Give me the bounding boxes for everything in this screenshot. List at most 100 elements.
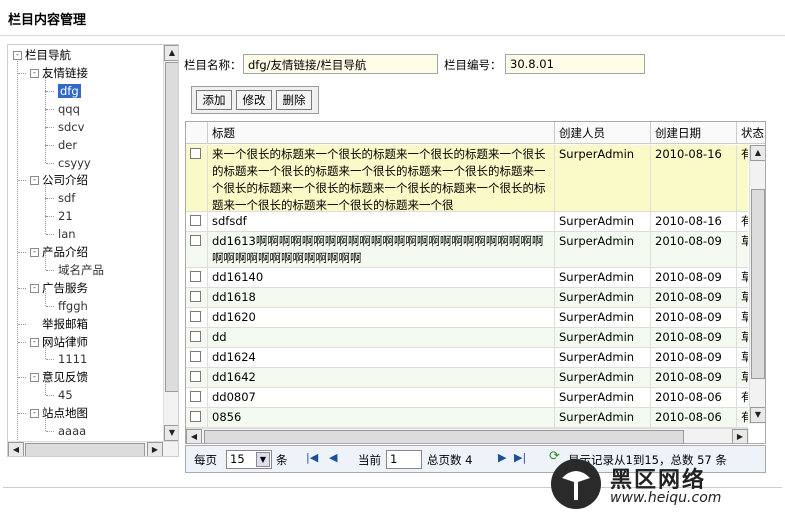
- tree-leaf[interactable]: 1111: [58, 351, 87, 367]
- row-checkbox[interactable]: [186, 232, 208, 267]
- collapse-icon[interactable]: -: [30, 283, 39, 293]
- row-checkbox[interactable]: [186, 388, 208, 407]
- row-checkbox[interactable]: [186, 368, 208, 387]
- header-user[interactable]: 创建人员: [555, 122, 651, 144]
- grid-hscrollbar[interactable]: ◀ ▶: [186, 428, 749, 443]
- row-checkbox[interactable]: [186, 288, 208, 307]
- header-status[interactable]: 状态: [737, 122, 765, 144]
- last-page-icon[interactable]: ▶|: [514, 451, 526, 464]
- tree-hscrollbar[interactable]: ◀ ▶: [8, 441, 178, 456]
- tree-node[interactable]: - 意见反馈: [30, 369, 88, 385]
- tree-leaf[interactable]: dfg: [58, 83, 81, 99]
- table-row[interactable]: sdfsdfSurperAdmin2010-08-16有: [186, 212, 748, 232]
- checkbox[interactable]: [190, 411, 201, 422]
- grid-scroll-left-icon[interactable]: ◀: [186, 429, 202, 443]
- scroll-thumb-h[interactable]: [25, 443, 145, 456]
- tree-vscrollbar[interactable]: ▲ ▼: [163, 45, 178, 441]
- tree-leaf[interactable]: lan: [58, 226, 76, 242]
- tree-leaf[interactable]: qqq: [58, 101, 80, 117]
- checkbox[interactable]: [190, 148, 201, 159]
- grid-scroll-up-icon[interactable]: ▲: [750, 145, 765, 161]
- collapse-icon[interactable]: -: [30, 373, 39, 383]
- tree-leaf[interactable]: sdcv: [58, 119, 84, 135]
- edit-button[interactable]: 修改: [236, 90, 272, 110]
- name-field[interactable]: dfg/友情链接/栏目导航: [243, 54, 438, 74]
- tree-node[interactable]: - 友情链接: [30, 65, 88, 81]
- row-checkbox[interactable]: [186, 145, 208, 211]
- checkbox[interactable]: [190, 351, 201, 362]
- table-row[interactable]: dd1613啊啊啊啊啊啊啊啊啊啊啊啊啊啊啊啊啊啊啊啊啊啊啊啊啊啊啊啊啊啊啊啊啊啊…: [186, 232, 748, 268]
- grid-scroll-down-icon[interactable]: ▼: [750, 407, 765, 423]
- tree-leaf[interactable]: aaaa: [58, 423, 86, 439]
- checkbox[interactable]: [190, 271, 201, 282]
- scroll-right-icon[interactable]: ▶: [147, 442, 163, 456]
- tree-node[interactable]: 举报邮箱: [30, 316, 88, 332]
- tree-leaf[interactable]: 21: [58, 208, 73, 224]
- row-checkbox[interactable]: [186, 348, 208, 367]
- collapse-icon[interactable]: -: [30, 337, 39, 347]
- row-checkbox[interactable]: [186, 212, 208, 231]
- table-row[interactable]: dd1620SurperAdmin2010-08-09草: [186, 308, 748, 328]
- watermark: 黑区网络 www.heiqu.com: [548, 456, 785, 512]
- grid-scroll-right-icon[interactable]: ▶: [732, 429, 748, 443]
- table-row[interactable]: dd16140SurperAdmin2010-08-09草: [186, 268, 748, 288]
- collapse-icon[interactable]: -: [30, 176, 39, 186]
- grid-scroll-thumb-h[interactable]: [204, 430, 684, 443]
- tree-node[interactable]: - 公司介绍: [30, 172, 88, 188]
- scroll-up-icon[interactable]: ▲: [164, 45, 178, 61]
- table-row[interactable]: dd0807SurperAdmin2010-08-06有: [186, 388, 748, 408]
- row-checkbox[interactable]: [186, 308, 208, 327]
- tree-leaf[interactable]: ffggh: [58, 298, 88, 314]
- row-checkbox[interactable]: [186, 328, 208, 347]
- checkbox[interactable]: [190, 235, 201, 246]
- table-row[interactable]: 0856SurperAdmin2010-08-06有: [186, 408, 748, 428]
- scroll-down-icon[interactable]: ▼: [164, 425, 178, 441]
- category-tree[interactable]: - 栏目导航 - 友情链接 dfg qqq sdcv der csyyy - 公司介绍 sdf 21 la…: [7, 44, 179, 457]
- checkbox[interactable]: [190, 291, 201, 302]
- table-row[interactable]: dd1618SurperAdmin2010-08-09草: [186, 288, 748, 308]
- table-row[interactable]: dd1642SurperAdmin2010-08-09草: [186, 368, 748, 388]
- add-button[interactable]: 添加: [196, 90, 232, 110]
- scroll-left-icon[interactable]: ◀: [8, 442, 24, 456]
- tree-node-label: 举报邮箱: [42, 316, 88, 331]
- tree-node[interactable]: - 网站律师: [30, 334, 88, 350]
- row-checkbox[interactable]: [186, 408, 208, 427]
- checkbox[interactable]: [190, 311, 201, 322]
- row-checkbox[interactable]: [186, 268, 208, 287]
- watermark-url: www.heiqu.com: [610, 490, 722, 506]
- table-row[interactable]: dd1624SurperAdmin2010-08-09草: [186, 348, 748, 368]
- tree-leaf[interactable]: sdf: [58, 190, 75, 206]
- collapse-icon[interactable]: -: [30, 248, 39, 257]
- prev-page-icon[interactable]: ◀: [329, 451, 337, 464]
- tree-leaf[interactable]: der: [58, 137, 77, 153]
- table-row[interactable]: ddSurperAdmin2010-08-09草: [186, 328, 748, 348]
- delete-button[interactable]: 删除: [276, 90, 312, 110]
- tree-node[interactable]: - 站点地图: [30, 405, 88, 421]
- per-page-select[interactable]: 15 ▼: [226, 450, 272, 469]
- tree-node[interactable]: - 产品介绍: [30, 244, 88, 260]
- header-date[interactable]: 创建日期: [651, 122, 737, 144]
- table-row[interactable]: 来一个很长的标题来一个很长的标题来一个很长的标题来一个很长的标题来一个很长的标题…: [186, 145, 748, 212]
- next-page-icon[interactable]: ▶: [498, 451, 506, 464]
- tree-leaf[interactable]: 45: [58, 387, 73, 403]
- tree-connector: [45, 251, 46, 270]
- checkbox[interactable]: [190, 215, 201, 226]
- collapse-icon[interactable]: -: [30, 409, 39, 419]
- grid-vscrollbar[interactable]: ▲ ▼: [749, 145, 765, 424]
- header-title[interactable]: 标题: [208, 122, 555, 144]
- cell-user: SurperAdmin: [555, 308, 651, 327]
- first-page-icon[interactable]: |◀: [306, 451, 318, 464]
- checkbox[interactable]: [190, 331, 201, 342]
- leaf-box-icon[interactable]: [30, 319, 39, 329]
- tree-node[interactable]: - 广告服务: [30, 280, 88, 296]
- tree-root[interactable]: - 栏目导航: [13, 47, 71, 63]
- scroll-thumb[interactable]: [165, 62, 178, 392]
- checkbox[interactable]: [190, 371, 201, 382]
- checkbox[interactable]: [190, 391, 201, 402]
- code-field[interactable]: 30.8.01: [505, 54, 645, 74]
- tree-leaf[interactable]: csyyy: [58, 155, 91, 171]
- tree-leaf[interactable]: 域名产品: [58, 262, 104, 278]
- current-page-input[interactable]: 1: [386, 450, 422, 469]
- collapse-icon[interactable]: -: [30, 69, 39, 78]
- grid-scroll-thumb[interactable]: [751, 189, 765, 379]
